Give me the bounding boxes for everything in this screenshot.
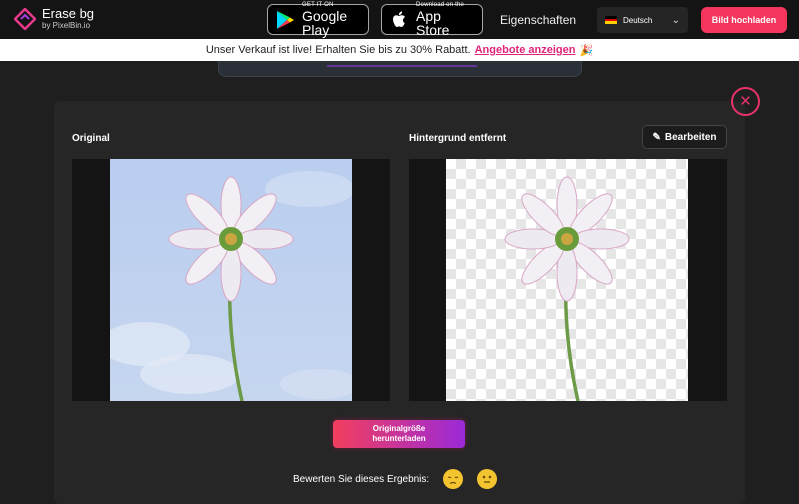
close-button[interactable]: ✕: [731, 87, 760, 116]
result-image-frame: [409, 159, 727, 401]
google-play-icon: [274, 9, 296, 31]
upload-image-button[interactable]: Bild hochladen: [701, 7, 787, 33]
download-label-line1: Originalgröße: [372, 424, 426, 433]
google-play-button[interactable]: GET IT ON Google Play: [267, 2, 369, 38]
close-icon: ✕: [739, 92, 752, 110]
sad-face-icon[interactable]: [443, 469, 464, 489]
original-image-frame: [72, 159, 390, 401]
apple-icon: [388, 9, 410, 31]
logo-title: Erase bg: [42, 6, 95, 21]
download-label-line2: herunterladen: [372, 434, 426, 443]
background-removed-label: Hintergrund entfernt: [409, 133, 507, 144]
rating-label: Bewerten Sie dieses Ergebnis:: [293, 473, 430, 485]
result-image: [446, 159, 688, 401]
original-image: [110, 159, 352, 401]
pencil-icon: ✎: [652, 131, 661, 143]
promo-banner: Unser Verkauf ist live! Erhalten Sie bis…: [0, 39, 799, 61]
edit-button[interactable]: ✎ Bearbeiten: [642, 125, 727, 149]
google-play-big-text: Google Play: [302, 8, 348, 38]
background-card: [218, 61, 582, 77]
chevron-down-icon: ⌄: [671, 14, 680, 26]
top-nav: Erase bg by PixelBin.io GET IT ON Google…: [0, 0, 799, 39]
features-link[interactable]: Eigenschaften: [500, 13, 576, 27]
edit-button-label: Bearbeiten: [664, 131, 717, 143]
app-store-button[interactable]: Download on the App Store: [381, 2, 483, 38]
download-original-size-button[interactable]: Originalgröße herunterladen: [333, 420, 465, 448]
background-card-accent: [327, 65, 477, 67]
logo-subtitle: by PixelBin.io: [42, 21, 91, 30]
promo-text: Unser Verkauf ist live! Erhalten Sie bis…: [205, 44, 471, 56]
original-label: Original: [72, 133, 110, 144]
language-label: Deutsch: [623, 15, 653, 25]
party-popper-icon: 🎉: [579, 44, 594, 57]
language-selector[interactable]: Deutsch ⌄: [597, 7, 688, 33]
german-flag-icon: [605, 16, 617, 25]
logo[interactable]: Erase bg by PixelBin.io: [14, 7, 94, 30]
app-store-big-text: App Store: [416, 8, 450, 38]
erase-bg-logo-icon: [14, 7, 36, 30]
rating-row: Bewerten Sie dieses Ergebnis:: [293, 469, 498, 489]
neutral-face-icon[interactable]: [477, 469, 498, 489]
promo-link[interactable]: Angebote anzeigen: [475, 44, 576, 56]
